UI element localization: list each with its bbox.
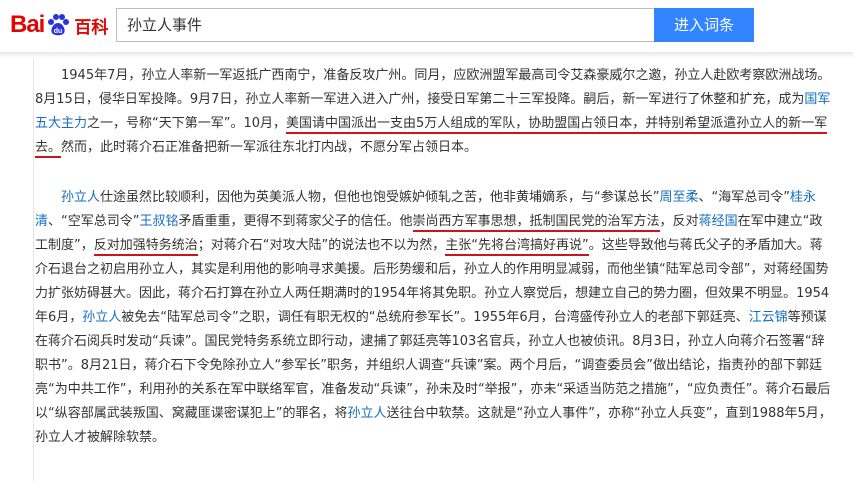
highlighted-text: 反对加强特务统治	[93, 238, 198, 256]
entity-link[interactable]: 蒋经国	[699, 214, 738, 229]
entity-link[interactable]: 江云锦	[749, 310, 788, 325]
text-span: 仕途虽然比较顺利，因他为英美派人物，但他也饱受嫉妒倾轧之苦，他非黄埔嫡系，与“参…	[100, 190, 660, 205]
text-span: 矛盾重重，更得不到蒋家父子的信任。他	[178, 214, 413, 229]
svg-text:du: du	[54, 28, 63, 35]
entity-link[interactable]: 王叔铭	[140, 214, 179, 229]
header: Bai du du 百科 孙立人事件 进入词条	[0, 0, 853, 52]
paragraph-2: 孙立人仕途虽然比较顺利，因他为英美派人物，但他也饱受嫉妒倾轧之苦，他非黄埔嫡系，…	[35, 186, 835, 450]
entity-link[interactable]: 孙立人	[61, 190, 100, 205]
article-content: 1945年7月，孙立人率新一军返抵广西南宁，准备反攻广州。同月，应欧洲盟军最高司…	[0, 58, 853, 481]
paragraph-1: 1945年7月，孙立人率新一军返抵广西南宁，准备反攻广州。同月，应欧洲盟军最高司…	[35, 64, 835, 160]
text-span: 然而，此时蒋介石正准备把新一军派往东北打内战，不愿分军占领日本。	[61, 140, 478, 155]
text-span: ，反对	[659, 214, 699, 229]
logo-bai: Bai	[10, 11, 45, 38]
logo-baike: 百科	[74, 17, 109, 38]
text-span: 、“空军总司令”	[48, 214, 140, 229]
text-span: ；对蒋介石“对攻大陆”的说法也不以为然，	[197, 238, 446, 253]
entity-link[interactable]: 周至柔	[660, 190, 699, 205]
text-span: 1945年7月，孙立人率新一军返抵广西南宁，准备反攻广州。同月，应欧洲盟军最高司…	[35, 68, 831, 107]
enter-entry-button[interactable]: 进入词条	[654, 8, 754, 42]
text-span: 、“海军总司令”	[698, 190, 790, 205]
text-span: 等预谋在蒋介石阅兵时发动“兵谏”。国民党特务系统立即行动，逮捕了郭廷亮等103名…	[35, 310, 831, 421]
paw-icon: du	[48, 14, 70, 36]
text-span: 被免去“陆军总司令”之职，调任有职无权的“总统府参军长”。1955年6月，台湾盛…	[121, 310, 749, 325]
entity-link[interactable]: 孙立人	[82, 310, 121, 325]
entity-link[interactable]: 孙立人	[347, 406, 386, 421]
highlighted-text: 崇尚西方军事思想，抵制国民党的治军方法	[412, 214, 660, 232]
text-span: 之一，号称“天下第一军”。10月，	[87, 116, 287, 131]
search-input[interactable]: 孙立人事件	[116, 8, 654, 42]
baidu-baike-logo[interactable]: Bai du du 百科	[10, 8, 108, 42]
highlighted-text: 主张“先将台湾搞好再说”	[445, 238, 589, 256]
